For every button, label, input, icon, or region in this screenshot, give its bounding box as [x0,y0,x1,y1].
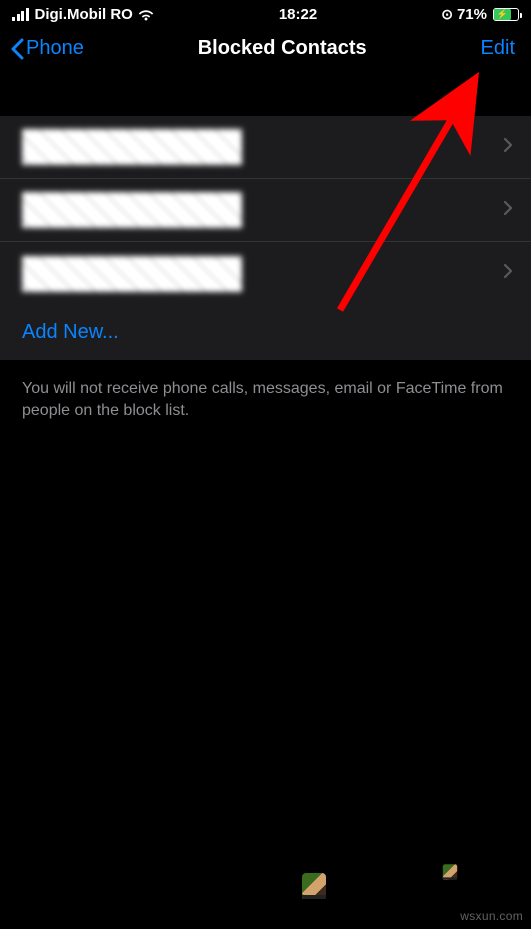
chevron-right-icon [503,137,513,158]
chevron-right-icon [503,263,513,284]
chevron-left-icon [10,38,24,60]
contact-name [22,129,242,165]
decorative-sprite [302,873,326,899]
section-gap [0,72,531,116]
back-label: Phone [26,37,84,60]
signal-bars-icon [12,8,29,21]
navigation-bar: Phone Blocked Contacts Edit [0,27,531,72]
status-right: ⊙ 71% ⚡ [441,6,519,23]
contact-name [22,192,242,228]
battery-icon: ⚡ [493,8,519,21]
watermark: wsxun.com [460,909,523,923]
carrier-label: Digi.Mobil RO [35,6,133,23]
page-title: Blocked Contacts [198,37,367,60]
add-new-button[interactable]: Add New... [0,305,531,360]
decorative-sprite [443,864,457,880]
status-left: Digi.Mobil RO [12,6,155,23]
wifi-icon [137,8,155,21]
blocked-contacts-list [0,116,531,305]
status-bar: Digi.Mobil RO 18:22 ⊙ 71% ⚡ [0,0,531,27]
contact-name [22,256,242,292]
back-button[interactable]: Phone [10,37,84,60]
footer-description: You will not receive phone calls, messag… [0,360,531,439]
chevron-right-icon [503,200,513,221]
contact-row[interactable] [0,179,531,242]
alarm-icon: ⊙ [441,6,453,23]
edit-button[interactable]: Edit [481,37,515,60]
contact-row[interactable] [0,116,531,179]
clock: 18:22 [279,6,317,23]
battery-percent: 71% [457,6,487,23]
contact-row[interactable] [0,242,531,305]
